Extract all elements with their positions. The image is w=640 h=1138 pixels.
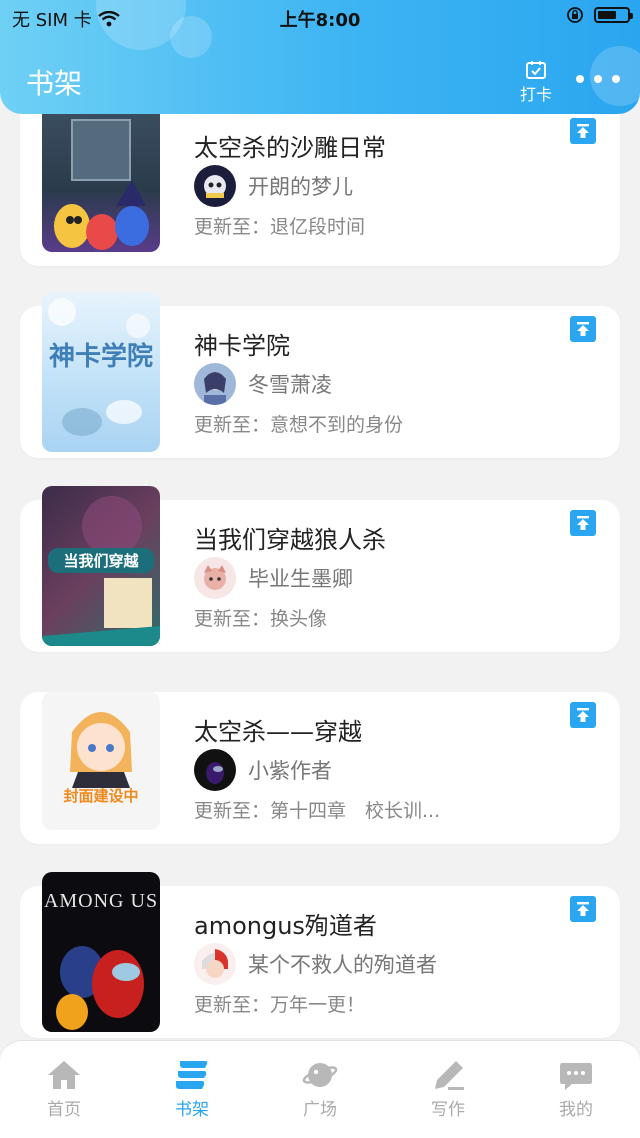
status-bar: 无 SIM 卡 上午8:00 — [0, 0, 640, 34]
pin-top-icon — [577, 902, 589, 916]
pin-top-icon — [577, 124, 589, 138]
bookshelf-icon — [176, 1061, 208, 1089]
author-row[interactable]: 小紫作者 — [194, 748, 332, 792]
author-name: 小紫作者 — [248, 759, 332, 783]
author-avatar — [194, 363, 236, 405]
tab-square[interactable]: 广场 — [256, 1041, 384, 1138]
update-prefix: 更新至： — [194, 800, 271, 822]
author-avatar — [194, 165, 236, 207]
pin-top-icon — [577, 516, 589, 530]
tab-mine[interactable]: 我的 — [512, 1041, 640, 1138]
pin-to-top-button[interactable] — [570, 896, 596, 922]
update-info: 更新至：第十四章 校长训... — [194, 796, 440, 823]
author-avatar — [194, 943, 236, 985]
author-row[interactable]: 某个不救人的殉道者 — [194, 942, 437, 986]
book-cover[interactable] — [42, 114, 160, 252]
pin-to-top-button[interactable] — [570, 510, 596, 536]
book-cover[interactable]: AMONG US — [42, 872, 160, 1032]
pin-to-top-button[interactable] — [570, 702, 596, 728]
book-card[interactable]: 封面建设中 太空杀——穿越 小紫作者 更新至：第十四章 校长训... — [20, 692, 620, 844]
author-name: 冬雪萧凌 — [248, 373, 332, 397]
tab-home[interactable]: 首页 — [0, 1041, 128, 1138]
update-chapter: 万年一更！ — [270, 994, 366, 1016]
book-card[interactable]: 太空杀的沙雕日常 开朗的梦儿 更新至：退亿段时间 — [20, 114, 620, 266]
update-info: 更新至：退亿段时间 — [194, 212, 365, 239]
cover-caption: 封面建设中 — [63, 787, 139, 805]
pin-top-icon — [577, 708, 589, 722]
tab-label: 写作 — [431, 1100, 465, 1120]
author-name: 某个不救人的殉道者 — [248, 953, 437, 977]
page-title: 书架 — [26, 67, 83, 100]
checkin-label: 打卡 — [519, 85, 552, 104]
bottom-tab-bar: 首页 书架 广场 写作 我的 — [0, 1040, 640, 1138]
book-title: 当我们穿越狼人杀 — [194, 526, 386, 554]
book-title: amongus殉道者 — [194, 912, 377, 940]
tab-write[interactable]: 写作 — [384, 1041, 512, 1138]
checkin-button[interactable]: 打卡 — [516, 60, 556, 105]
home-icon — [48, 1061, 80, 1089]
pen-icon — [435, 1061, 464, 1090]
update-prefix: 更新至： — [194, 994, 271, 1016]
cover-art — [70, 712, 132, 788]
update-info: 更新至：换头像 — [194, 604, 327, 631]
author-name: 开朗的梦儿 — [248, 175, 353, 199]
author-name: 毕业生墨卿 — [248, 567, 353, 591]
tab-bookshelf[interactable]: 书架 — [128, 1041, 256, 1138]
author-row[interactable]: 冬雪萧凌 — [194, 362, 332, 406]
book-cover[interactable]: 神卡学院 — [42, 292, 160, 452]
more-menu-button[interactable] — [576, 64, 620, 94]
book-cover[interactable]: 当我们穿越 — [42, 486, 160, 646]
update-prefix: 更新至： — [194, 414, 271, 436]
book-title: 神卡学院 — [194, 332, 290, 360]
cover-title: AMONG US — [43, 890, 159, 912]
update-info: 更新至：意想不到的身份 — [194, 410, 403, 437]
cover-art — [54, 119, 149, 250]
cover-title: 神卡学院 — [48, 342, 153, 372]
book-card[interactable]: AMONG US amongus殉道者 某个不救人的殉道者 更新至：万年一更！ — [20, 872, 620, 1038]
more-dot-icon — [576, 75, 584, 83]
tab-label: 首页 — [47, 1100, 81, 1120]
tab-label: 书架 — [175, 1100, 209, 1120]
app-header: 无 SIM 卡 上午8:00 书架 打卡 — [0, 0, 640, 114]
author-row[interactable]: 开朗的梦儿 — [194, 164, 353, 208]
update-prefix: 更新至： — [194, 216, 271, 238]
update-prefix: 更新至： — [194, 608, 271, 630]
pin-top-icon — [577, 322, 589, 336]
tab-label: 我的 — [559, 1100, 593, 1120]
tab-label: 广场 — [303, 1100, 337, 1120]
book-title: 太空杀的沙雕日常 — [194, 134, 386, 162]
author-avatar — [194, 749, 236, 791]
more-dot-icon — [594, 75, 602, 83]
book-card[interactable]: 当我们穿越 当我们穿越狼人杀 毕业生墨卿 更新至：换头像 — [20, 486, 620, 652]
author-row[interactable]: 毕业生墨卿 — [194, 556, 353, 600]
pin-to-top-button[interactable] — [570, 316, 596, 342]
pin-to-top-button[interactable] — [570, 118, 596, 144]
cover-title: 当我们穿越 — [48, 548, 154, 573]
update-chapter: 换头像 — [270, 608, 328, 630]
planet-icon — [302, 1063, 338, 1087]
author-avatar — [194, 557, 236, 599]
orientation-lock-icon — [567, 7, 583, 23]
update-chapter: 意想不到的身份 — [270, 414, 404, 436]
clock: 上午8:00 — [279, 10, 361, 31]
update-info: 更新至：万年一更！ — [194, 990, 365, 1017]
update-chapter: 退亿段时间 — [270, 216, 366, 238]
battery-icon — [594, 7, 633, 23]
book-cover[interactable]: 封面建设中 — [42, 692, 160, 830]
update-chapter: 第十四章 校长训... — [270, 800, 441, 822]
calendar-check-icon — [526, 61, 546, 79]
book-card[interactable]: 神卡学院 神卡学院 冬雪萧凌 更新至：意想不到的身份 — [20, 292, 620, 458]
book-title: 太空杀——穿越 — [194, 718, 362, 746]
more-dot-icon — [612, 75, 620, 83]
chat-bubble-icon — [560, 1063, 592, 1090]
